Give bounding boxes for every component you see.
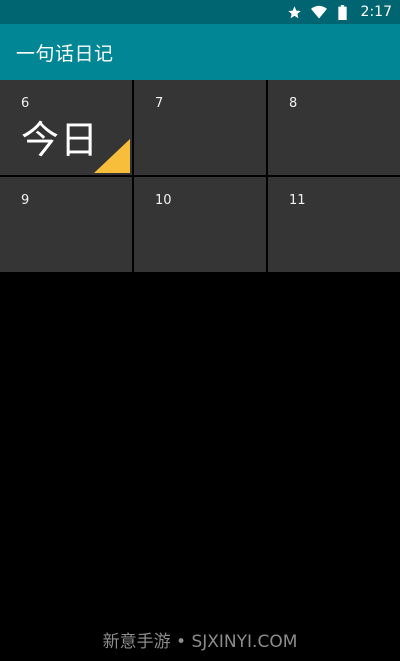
day-cell-today[interactable]: 6 今日 [0, 80, 132, 175]
today-corner-marker [94, 139, 130, 173]
battery-icon [335, 4, 351, 20]
status-bar: 2:17 [0, 0, 400, 24]
status-icons: 2:17 [287, 0, 392, 24]
app-bar: 一句话日记 [0, 24, 400, 80]
day-number: 9 [21, 193, 30, 208]
day-cell[interactable]: 10 [134, 177, 266, 272]
day-number: 8 [289, 96, 298, 111]
day-number: 11 [289, 193, 306, 208]
star-icon [287, 4, 303, 20]
today-label: 今日 [21, 118, 100, 162]
day-cell[interactable]: 9 [0, 177, 132, 272]
day-number: 10 [155, 193, 172, 208]
day-cell[interactable]: 8 [268, 80, 400, 175]
day-cell[interactable]: 7 [134, 80, 266, 175]
app-title: 一句话日记 [16, 42, 114, 65]
day-cell[interactable]: 11 [268, 177, 400, 272]
day-number: 7 [155, 96, 164, 111]
day-number: 6 [21, 96, 30, 111]
wifi-icon [310, 4, 327, 20]
status-time: 2:17 [360, 4, 392, 20]
calendar-grid: 6 今日 7 8 9 10 11 [0, 80, 400, 272]
watermark-text: 新意手游 • SJXINYI.COM [102, 632, 298, 652]
